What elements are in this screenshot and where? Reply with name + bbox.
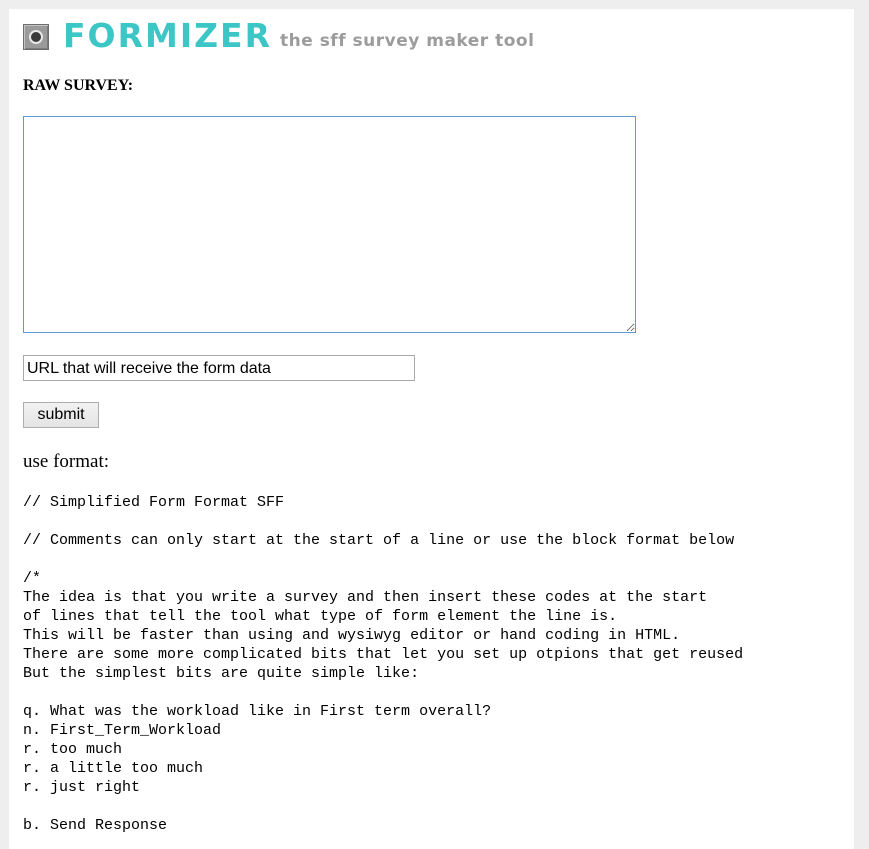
brand-tagline: the sff survey maker tool bbox=[280, 31, 535, 51]
use-format-heading: use format: bbox=[23, 451, 110, 472]
code-line: But the simplest bits are quite simple l… bbox=[23, 665, 420, 682]
app-header: FORMIZER the sff survey maker tool bbox=[23, 19, 534, 53]
brand-title: FORMIZER bbox=[63, 16, 273, 55]
format-example-code: // Simplified Form Format SFF // Comments… bbox=[23, 493, 743, 835]
code-line: r. a little too much bbox=[23, 760, 204, 777]
code-line: q. What was the workload like in First t… bbox=[23, 703, 492, 720]
url-input[interactable] bbox=[23, 355, 415, 381]
raw-survey-label: RAW SURVEY: bbox=[23, 77, 134, 94]
code-line: /* bbox=[23, 570, 42, 587]
radio-button-icon bbox=[23, 24, 49, 50]
code-line: r. too much bbox=[23, 741, 123, 758]
code-line: The idea is that you write a survey and … bbox=[23, 589, 708, 606]
code-line: // Simplified Form Format SFF bbox=[23, 494, 285, 511]
code-line: This will be faster than using and wysiw… bbox=[23, 627, 681, 644]
code-line: n. First_Term_Workload bbox=[23, 722, 222, 739]
code-line: of lines that tell the tool what type of… bbox=[23, 608, 618, 625]
raw-survey-textarea[interactable] bbox=[23, 116, 636, 333]
submit-button[interactable]: submit bbox=[23, 402, 99, 428]
code-line: b. Send Response bbox=[23, 817, 168, 834]
code-line: There are some more complicated bits tha… bbox=[23, 646, 744, 663]
code-line: r. just right bbox=[23, 779, 141, 796]
page-card: FORMIZER the sff survey maker tool RAW S… bbox=[9, 9, 854, 849]
code-line: // Comments can only start at the start … bbox=[23, 532, 735, 549]
